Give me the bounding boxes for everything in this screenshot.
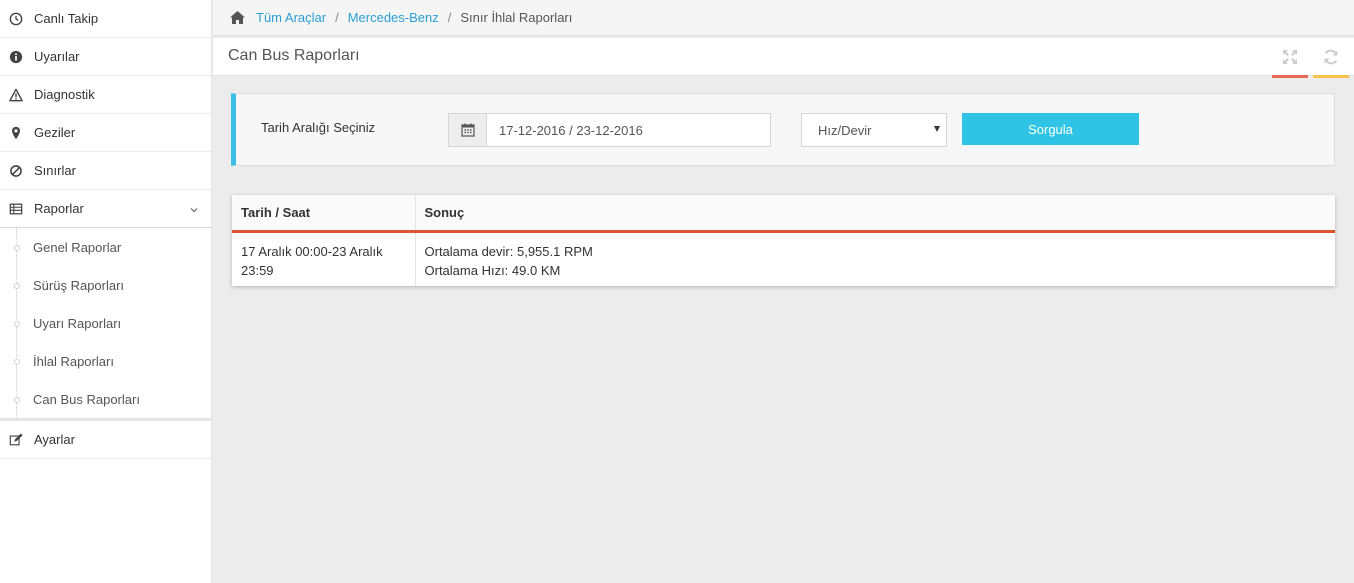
cell-result-rpm: Ortalama devir: 5,955.1 RPM: [424, 243, 593, 259]
sidebar-item-label: Canlı Takip: [34, 11, 99, 26]
calendar-icon[interactable]: [449, 114, 487, 146]
sidebar-subitem-label: Uyarı Raporları: [33, 315, 122, 331]
sidebar-item-label: Uyarılar: [34, 49, 80, 64]
sidebar-subitem-ihlal-raporlari[interactable]: İhlal Raporları: [0, 342, 211, 380]
sidebar-item-sinirlar[interactable]: Sınırlar: [0, 152, 211, 190]
page-header: Can Bus Raporları: [213, 38, 1354, 78]
breadcrumb: Tüm Araçlar / Mercedes-Benz / Sınır İhla…: [213, 0, 1354, 36]
sidebar-item-label: Geziler: [34, 125, 76, 140]
clock-icon: [8, 11, 24, 27]
sidebar-subitem-uyari-raporlari[interactable]: Uyarı Raporları: [0, 304, 211, 342]
sidebar-item-ayarlar[interactable]: Ayarlar: [0, 421, 211, 459]
refresh-icon[interactable]: [1322, 48, 1340, 66]
refresh-tool-underline: [1313, 75, 1349, 78]
cell-result-speed: Ortalama Hızı: 49.0 KM: [424, 262, 561, 278]
breadcrumb-link-mercedes-benz[interactable]: Mercedes-Benz: [348, 10, 439, 25]
breadcrumb-link-tum-araclar[interactable]: Tüm Araçlar: [256, 10, 326, 25]
edit-icon: [8, 432, 24, 448]
expand-icon[interactable]: [1281, 48, 1299, 66]
breadcrumb-current: Sınır İhlal Raporları: [460, 10, 573, 25]
chevron-down-icon: [189, 203, 199, 213]
reports-submenu: Genel Raporlar Sürüş Raporları Uyarı Rap…: [0, 228, 211, 421]
home-icon[interactable]: [229, 10, 246, 25]
cell-result: Ortalama devir: 5,955.1 RPM Ortalama Hız…: [415, 231, 1335, 286]
metric-select[interactable]: Hız/Devir: [801, 113, 947, 147]
sidebar-item-raporlar[interactable]: Raporlar: [0, 190, 211, 228]
breadcrumb-separator: /: [335, 10, 339, 25]
date-range-input[interactable]: [487, 114, 770, 146]
table-header-row: Tarih / Saat Sonuç: [232, 195, 1335, 233]
page-title: Can Bus Raporları: [228, 47, 360, 64]
results-table-card: Tarih / Saat Sonuç 17 Aralık 00:00-23 Ar…: [232, 195, 1335, 286]
sidebar-subitem-genel-raporlar[interactable]: Genel Raporlar: [0, 228, 211, 266]
ban-icon: [8, 163, 24, 179]
results-table: Tarih / Saat Sonuç 17 Aralık 00:00-23 Ar…: [232, 195, 1335, 286]
date-range-label: Tarih Aralığı Seçiniz: [261, 120, 376, 135]
column-header-date: Tarih / Saat: [232, 195, 416, 233]
sidebar-item-label: Ayarlar: [34, 432, 75, 447]
cell-date: 17 Aralık 00:00-23 Aralık 23:59: [232, 231, 416, 286]
sidebar-item-diagnostik[interactable]: Diagnostik: [0, 76, 211, 114]
table-row: 17 Aralık 00:00-23 Aralık 23:59 Ortalama…: [232, 231, 1335, 286]
sidebar-item-label: Sınırlar: [34, 163, 76, 178]
sidebar-item-canli-takip[interactable]: Canlı Takip: [0, 0, 211, 38]
info-icon: [8, 49, 24, 65]
sidebar-item-uyarilar[interactable]: Uyarılar: [0, 38, 211, 76]
sidebar-subitem-label: İhlal Raporları: [33, 353, 114, 369]
query-button[interactable]: Sorgula: [962, 113, 1139, 145]
sidebar-item-geziler[interactable]: Geziler: [0, 114, 211, 152]
caret-down-icon: [934, 126, 940, 132]
expand-tool-underline: [1272, 75, 1308, 78]
sidebar-subitem-can-bus-raporlari[interactable]: Can Bus Raporları: [0, 380, 211, 418]
sidebar-item-label: Diagnostik: [34, 87, 95, 102]
sidebar-subitem-label: Can Bus Raporları: [33, 391, 140, 407]
sidebar-subitem-label: Genel Raporlar: [33, 239, 122, 255]
warning-icon: [8, 87, 24, 103]
table-icon: [8, 201, 24, 217]
sidebar-item-label: Raporlar: [34, 201, 84, 216]
filter-panel: Tarih Aralığı Seçiniz Hız/Devir Sorgula: [231, 93, 1335, 166]
sidebar: Canlı Takip Uyarılar Diagnostik Geziler …: [0, 0, 212, 583]
sidebar-subitem-surus-raporlari[interactable]: Sürüş Raporları: [0, 266, 211, 304]
breadcrumb-separator: /: [447, 10, 452, 25]
cell-date-line: 23:59: [241, 262, 274, 278]
sidebar-subitem-label: Sürüş Raporları: [33, 277, 125, 293]
cell-date-line: 17 Aralık 00:00-23 Aralık: [241, 243, 383, 259]
metric-select-value: Hız/Devir: [818, 122, 872, 138]
date-range-field: [448, 113, 771, 147]
map-marker-icon: [8, 125, 24, 141]
column-header-result: Sonuç: [415, 195, 1335, 233]
